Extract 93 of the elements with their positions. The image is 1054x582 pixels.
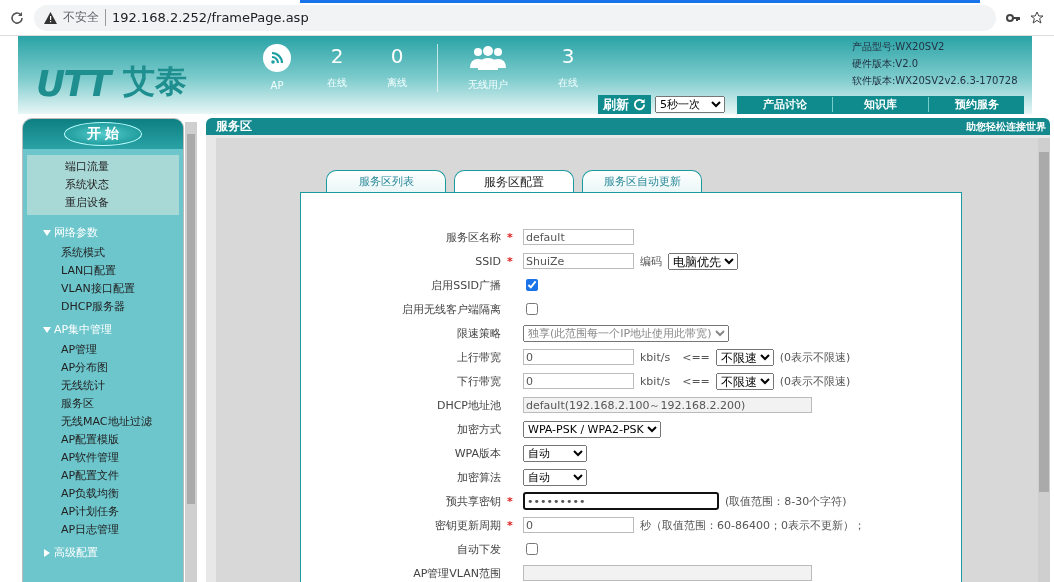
count-value: 0 — [390, 44, 404, 68]
field-label: 加密算法 — [456, 469, 501, 485]
field-label: 密钥更新周期 — [434, 517, 501, 533]
field-label: 自动下发 — [456, 541, 501, 557]
tab[interactable]: 服务区配置 — [454, 170, 574, 192]
hint-text: 秒（取值范围：60-86400；0表示不更新）； — [640, 517, 865, 533]
password-field[interactable]: ••••••••• — [523, 492, 719, 510]
dropdown[interactable]: WPA-PSK / WPA2-PSK — [523, 420, 661, 438]
count-label: 离线 — [387, 76, 407, 90]
required-mark: * — [506, 254, 513, 268]
tab[interactable]: 服务区自动更新 — [582, 170, 702, 192]
nav-link[interactable]: 产品讨论 — [737, 97, 832, 112]
text-field[interactable]: ShuiZe — [523, 253, 634, 269]
dropdown[interactable]: 不限速 — [715, 372, 774, 390]
security-label: 不安全 — [63, 9, 106, 26]
star-icon[interactable] — [1030, 10, 1044, 25]
required-mark: * — [506, 230, 513, 244]
count-value: 3 — [561, 44, 575, 68]
checkbox[interactable] — [526, 303, 538, 315]
menu-item[interactable]: LAN口配置 — [61, 262, 183, 280]
interval-dropdown[interactable]: 5秒一次 — [655, 96, 725, 113]
menu-item[interactable]: DHCP服务器 — [61, 298, 183, 316]
field-label: 限速策略 — [456, 325, 501, 341]
required-mark: * — [506, 494, 513, 508]
slogan-text: 助您轻松连接世界 — [966, 119, 1046, 134]
hint-text: (0表示不限速) — [779, 373, 851, 389]
url-text: 192.168.2.252/framePage.asp — [112, 10, 309, 25]
unit-label: kbit/s — [640, 350, 671, 364]
dropdown[interactable]: 自动 — [523, 468, 587, 486]
checkbox[interactable] — [526, 279, 538, 291]
menu-item[interactable]: AP配置文件 — [61, 467, 183, 485]
menu-item[interactable]: AP负载均衡 — [61, 485, 183, 503]
field-label: 编码 — [640, 253, 662, 269]
text-field[interactable]: default — [523, 229, 634, 245]
reload-icon[interactable] — [10, 10, 24, 25]
tab[interactable]: 服务区列表 — [326, 170, 446, 192]
menu-item[interactable]: AP软件管理 — [61, 449, 183, 467]
count-value: 2 — [330, 44, 344, 68]
menu-item[interactable]: AP管理 — [61, 341, 183, 359]
checkbox[interactable] — [526, 543, 538, 555]
arrow-label: <== — [682, 350, 710, 364]
menu-item[interactable]: 无线统计 — [61, 377, 183, 395]
warning-icon — [44, 11, 57, 24]
menu-item[interactable]: 系统状态 — [65, 176, 179, 194]
stat-label: AP — [270, 80, 284, 91]
count-label: 在线 — [558, 76, 578, 90]
field-label: 服务区名称 — [445, 229, 501, 245]
dropdown[interactable]: 自动 — [523, 444, 587, 462]
refresh-button[interactable]: 刷新 — [598, 95, 651, 114]
menu-item[interactable]: 端口流量 — [65, 158, 179, 176]
menu-item[interactable]: 服务区 — [61, 395, 183, 413]
required-mark: * — [506, 518, 513, 532]
menu-item[interactable]: AP计划任务 — [61, 503, 183, 521]
unit-label: kbit/s — [640, 374, 671, 388]
address-bar[interactable]: 不安全 192.168.2.252/framePage.asp — [34, 4, 996, 31]
menu-item[interactable]: 重启设备 — [65, 194, 179, 212]
field-label: 启用SSID广播 — [430, 277, 501, 293]
field-label: WPA版本 — [453, 445, 501, 461]
wifi-icon — [263, 44, 291, 72]
field-label: SSID — [474, 254, 501, 268]
nav-link[interactable]: 预约服务 — [928, 97, 1024, 112]
stat-label: 无线用户 — [468, 78, 508, 92]
page-title: 服务区 — [216, 118, 252, 135]
field-label: AP管理VLAN范围 — [412, 565, 501, 581]
text-field[interactable]: 0 — [523, 373, 634, 389]
menu-item[interactable]: VLAN接口配置 — [61, 280, 183, 298]
field-label: 启用无线客户端隔离 — [401, 301, 501, 317]
hint-text: (取值范围：8-30个字符) — [725, 493, 847, 509]
text-field[interactable]: 0 — [523, 517, 634, 533]
device-info: 软件版本:WX20SV2v2.6.3-170728 — [852, 74, 1019, 88]
refresh-icon — [633, 98, 646, 111]
users-icon — [468, 44, 508, 70]
nav-link[interactable]: 知识库 — [832, 97, 928, 112]
menu-item[interactable]: AP配置模版 — [61, 431, 183, 449]
arrow-label: <== — [682, 374, 710, 388]
device-info: 硬件版本:V2.0 — [852, 57, 920, 71]
menu-item[interactable]: 系统模式 — [61, 244, 183, 262]
field-label: 上行带宽 — [456, 349, 501, 365]
menu-item[interactable]: AP分布图 — [61, 359, 183, 377]
menu-item[interactable]: AP日志管理 — [61, 521, 183, 539]
device-info: 产品型号:WX20SV2 — [852, 40, 946, 54]
field-label: 加密方式 — [456, 421, 501, 437]
text-field[interactable]: 0 — [523, 349, 634, 365]
field-label: 预共享密钥 — [445, 493, 501, 509]
dropdown[interactable]: 不限速 — [715, 348, 774, 366]
count-label: 在线 — [327, 76, 347, 90]
logo-text: 艾泰 — [123, 61, 188, 102]
key-icon[interactable] — [1006, 12, 1020, 23]
menu-item[interactable]: 无线MAC地址过滤 — [61, 413, 183, 431]
hint-text: (0表示不限速) — [779, 349, 851, 365]
field-label: 下行带宽 — [456, 373, 501, 389]
field-label: DHCP地址池 — [435, 397, 501, 413]
dropdown[interactable]: 电脑优先 — [668, 252, 738, 270]
